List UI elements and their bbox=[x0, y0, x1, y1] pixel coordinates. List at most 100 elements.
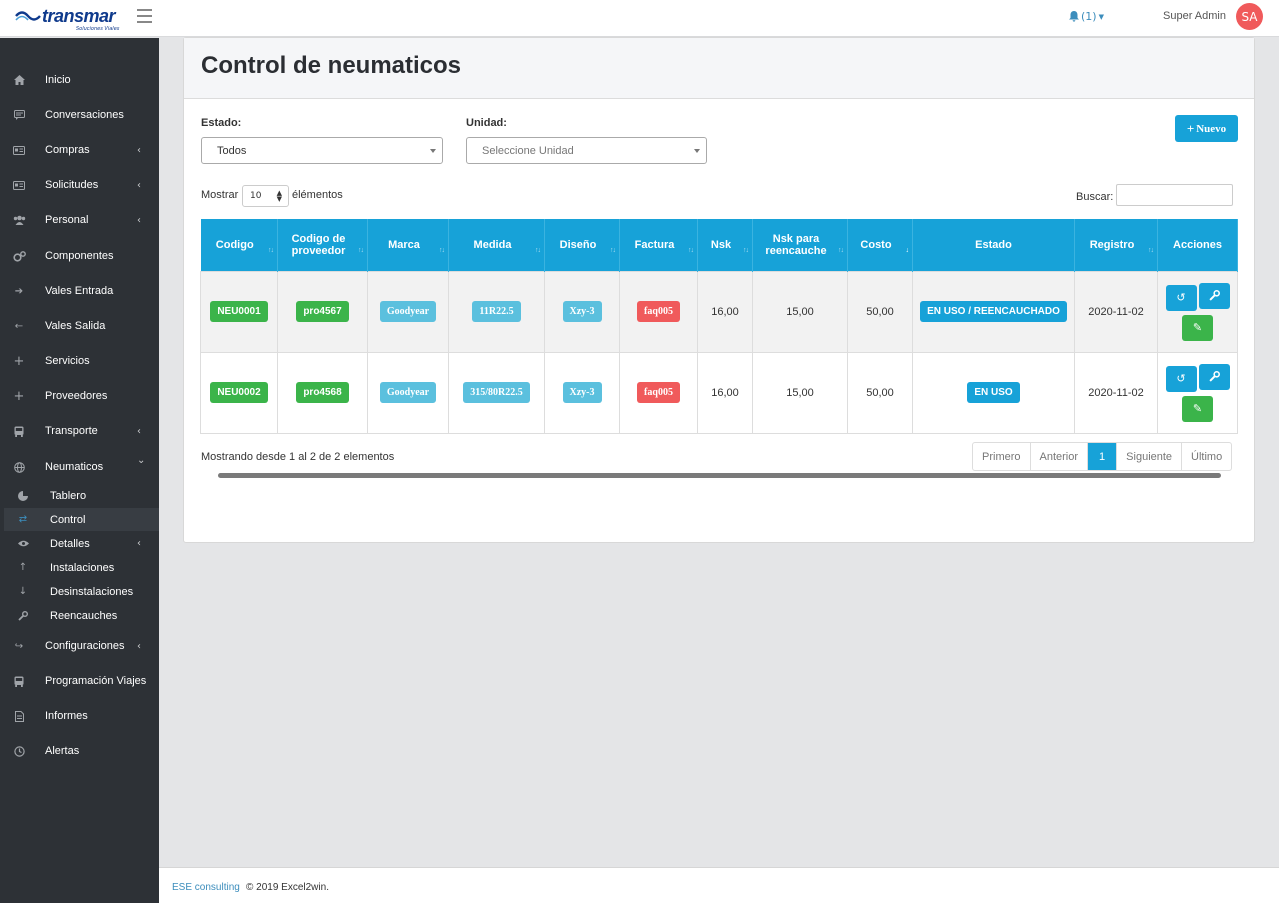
table-info: Mostrando desde 1 al 2 de 2 elementos bbox=[201, 451, 395, 463]
estado-select[interactable]: Todos bbox=[201, 137, 443, 164]
column-header-codigo-proveedor[interactable]: Codigo de proveedor ↑↓ bbox=[277, 219, 368, 271]
sidebar-item-label: Detalles bbox=[50, 537, 90, 550]
search-input[interactable] bbox=[1116, 184, 1233, 206]
sidebar-subitem-detalles[interactable]: Detalles ‹ bbox=[4, 532, 159, 555]
column-header-factura[interactable]: Factura ↑↓ bbox=[619, 219, 698, 271]
pagination-first[interactable]: Primero bbox=[973, 443, 1031, 470]
brand-logo[interactable]: transmar Soluciones Viales bbox=[14, 4, 124, 34]
sidebar-subitem-tablero[interactable]: Tablero bbox=[4, 484, 159, 507]
sidebar-item-personal[interactable]: Personal ‹ bbox=[0, 205, 159, 235]
users-icon bbox=[12, 213, 26, 227]
sidebar-subitem-instalaciones[interactable]: ↑ Instalaciones bbox=[4, 556, 159, 579]
column-header-medida[interactable]: Medida ↑↓ bbox=[448, 219, 545, 271]
sidebar-item-programacion-viajes[interactable]: Programación Viajes bbox=[0, 666, 159, 696]
horizontal-scrollbar[interactable] bbox=[218, 473, 1221, 478]
sidebar-item-conversaciones[interactable]: Conversaciones bbox=[0, 100, 159, 130]
card-icon bbox=[12, 143, 26, 157]
sort-icon: ↑↓ bbox=[838, 247, 844, 254]
new-button-label: Nuevo bbox=[1196, 122, 1227, 135]
table-row: NEU0002 pro4568 Goodyear 315/80R22.5 Xzy… bbox=[200, 351, 1238, 434]
card-icon bbox=[12, 178, 26, 192]
file-icon bbox=[12, 709, 26, 723]
nsk-reencauche-cell: 15,00 bbox=[752, 351, 848, 434]
notifications-count: (1) bbox=[1081, 10, 1097, 23]
medida-badge: 11R22.5 bbox=[472, 301, 521, 322]
sidebar-item-transporte[interactable]: Transporte ‹ bbox=[0, 416, 159, 446]
sidebar-item-label: Control bbox=[50, 513, 86, 526]
avatar[interactable]: SA bbox=[1236, 3, 1263, 30]
history-icon: ↺ bbox=[1176, 373, 1186, 385]
sort-icon: ↑↓ bbox=[610, 247, 616, 254]
length-suffix: élémentos bbox=[292, 189, 343, 201]
chevron-left-icon: ‹ bbox=[137, 425, 141, 437]
user-name[interactable]: Super Admin bbox=[1163, 10, 1226, 22]
bell-icon bbox=[1069, 11, 1079, 22]
sidebar-item-proveedores[interactable]: + Proveedores bbox=[0, 381, 159, 411]
column-header-estado[interactable]: Estado bbox=[912, 219, 1075, 271]
sidebar-toggle-button[interactable] bbox=[137, 9, 152, 23]
chevron-left-icon: ‹ bbox=[137, 144, 141, 156]
pagination: Primero Anterior 1 Siguiente Último bbox=[972, 442, 1233, 471]
maintenance-button[interactable] bbox=[1198, 282, 1230, 309]
pagination-prev[interactable]: Anterior bbox=[1031, 443, 1089, 470]
sort-icon: ↑↓ bbox=[535, 247, 541, 254]
unidad-select[interactable]: Seleccione Unidad bbox=[466, 137, 707, 164]
footer-link[interactable]: ESE consulting bbox=[172, 882, 240, 893]
arrow-down-icon: ↓ bbox=[18, 586, 28, 597]
search-label: Buscar: bbox=[1076, 191, 1114, 203]
column-header-marca[interactable]: Marca ↑↓ bbox=[367, 219, 449, 271]
tires-table: Codigo ↑↓ Codigo de proveedor ↑↓ Marca ↑↓ M… bbox=[200, 219, 1238, 434]
sidebar-item-configuraciones[interactable]: ↪ Configuraciones ‹ bbox=[0, 631, 159, 661]
sidebar-item-servicios[interactable]: + Servicios bbox=[0, 346, 159, 376]
estado-badge: EN USO / REENCAUCHADO bbox=[920, 301, 1067, 322]
maintenance-button[interactable] bbox=[1198, 363, 1230, 390]
main-panel: Control de neumaticos Estado: Todos Unid… bbox=[183, 37, 1255, 543]
notifications-dropdown[interactable]: (1) ▼ bbox=[1069, 10, 1104, 23]
top-navbar: transmar Soluciones Viales (1) ▼ Super A… bbox=[0, 0, 1279, 37]
column-header-nsk-reencauche[interactable]: Nsk para reencauche ↑↓ bbox=[752, 219, 848, 271]
sidebar-item-label: Personal bbox=[45, 214, 89, 226]
sidebar-item-alertas[interactable]: Alertas bbox=[0, 736, 159, 766]
estado-select-value: Todos bbox=[217, 144, 247, 157]
sidebar-item-vales-entrada[interactable]: ➔ Vales Entrada bbox=[0, 276, 159, 306]
costo-cell: 50,00 bbox=[847, 270, 913, 353]
panel-header: Control de neumaticos bbox=[184, 38, 1254, 99]
sidebar-item-label: Transporte bbox=[45, 425, 98, 437]
marca-badge: Goodyear bbox=[379, 301, 437, 322]
exchange-icon: ⇄ bbox=[18, 514, 28, 525]
history-button[interactable]: ↺ bbox=[1165, 365, 1197, 392]
column-header-codigo[interactable]: Codigo ↑↓ bbox=[200, 219, 278, 271]
sidebar-subitem-reencauches[interactable]: Reencauches bbox=[4, 604, 159, 627]
sort-icon: ↑↓ bbox=[688, 247, 694, 254]
column-header-diseno[interactable]: Diseño ↑↓ bbox=[544, 219, 620, 271]
factura-badge: faq005 bbox=[637, 301, 680, 322]
plus-icon: + bbox=[1186, 120, 1195, 136]
pagination-last[interactable]: Último bbox=[1182, 443, 1231, 470]
column-header-registro[interactable]: Registro ↑↓ bbox=[1074, 219, 1158, 271]
pagination-next[interactable]: Siguiente bbox=[1117, 443, 1183, 470]
sidebar-item-componentes[interactable]: Componentes bbox=[0, 241, 159, 271]
page-length-value: 10 bbox=[250, 191, 262, 201]
sidebar-item-label: Compras bbox=[45, 144, 90, 156]
sidebar-item-neumaticos[interactable]: Neumaticos ⌄ bbox=[0, 452, 159, 482]
page-length-select[interactable]: 10 ▲ ▼ bbox=[242, 185, 289, 207]
sidebar-item-compras[interactable]: Compras ‹ bbox=[0, 135, 159, 165]
history-button[interactable]: ↺ bbox=[1165, 284, 1197, 311]
proveedor-badge: pro4568 bbox=[296, 382, 349, 403]
arrow-up-icon: ↑ bbox=[18, 562, 28, 573]
wrench-icon bbox=[1208, 371, 1220, 382]
column-header-nsk[interactable]: Nsk ↑↓ bbox=[697, 219, 753, 271]
column-header-costo[interactable]: Costo ↓ bbox=[847, 219, 913, 271]
sidebar-item-informes[interactable]: Informes bbox=[0, 701, 159, 731]
sidebar-subitem-control[interactable]: ⇄ Control bbox=[4, 508, 159, 531]
sidebar-subitem-desinstalaciones[interactable]: ↓ Desinstalaciones bbox=[4, 580, 159, 603]
history-icon: ↺ bbox=[1176, 292, 1186, 304]
sidebar-item-label: Servicios bbox=[45, 355, 90, 367]
edit-button[interactable]: ✎ bbox=[1182, 314, 1213, 341]
edit-button[interactable]: ✎ bbox=[1182, 395, 1213, 422]
sidebar-item-solicitudes[interactable]: Solicitudes ‹ bbox=[0, 170, 159, 200]
new-button[interactable]: + Nuevo bbox=[1175, 115, 1238, 142]
sidebar-item-inicio[interactable]: Inicio bbox=[0, 65, 159, 95]
pagination-page-1[interactable]: 1 bbox=[1088, 443, 1118, 470]
sidebar-item-vales-salida[interactable]: ← Vales Salida bbox=[0, 311, 159, 341]
